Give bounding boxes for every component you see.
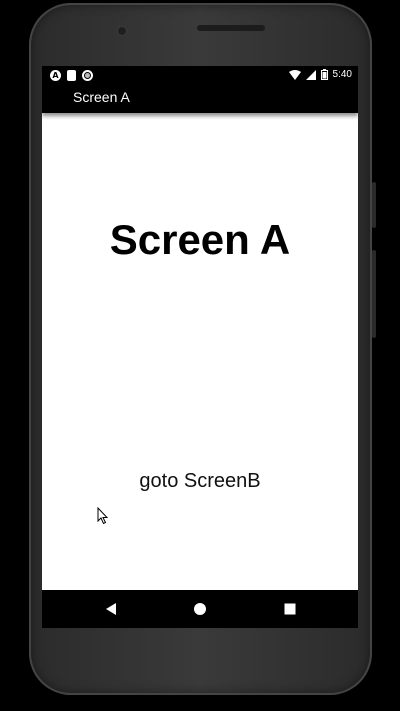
status-left-icons: A bbox=[50, 70, 93, 81]
front-camera bbox=[118, 27, 126, 35]
screen: A 5:40 Screen A Screen A goto ScreenB bbox=[42, 66, 358, 628]
sd-card-icon bbox=[67, 70, 76, 81]
volume-button[interactable] bbox=[372, 250, 376, 338]
status-right-icons: 5:40 bbox=[288, 69, 352, 80]
battery-icon bbox=[320, 69, 328, 80]
recents-icon[interactable] bbox=[282, 601, 298, 617]
status-time: 5:40 bbox=[332, 69, 352, 80]
goto-screen-b-button[interactable]: goto ScreenB bbox=[100, 462, 300, 498]
device-frame-stage: A 5:40 Screen A Screen A goto ScreenB bbox=[0, 0, 400, 711]
power-button[interactable] bbox=[372, 182, 376, 228]
sync-circle-icon bbox=[82, 70, 93, 81]
status-bar: A 5:40 bbox=[42, 66, 358, 86]
app-bar: Screen A bbox=[42, 86, 358, 113]
wifi-icon bbox=[288, 69, 301, 80]
nav-bar bbox=[42, 590, 358, 628]
mouse-cursor-icon bbox=[97, 507, 109, 525]
cell-signal-icon bbox=[305, 69, 316, 80]
earpiece bbox=[197, 25, 265, 31]
a-icon: A bbox=[50, 70, 61, 81]
home-icon[interactable] bbox=[192, 601, 208, 617]
back-icon[interactable] bbox=[103, 601, 119, 617]
page-heading: Screen A bbox=[109, 216, 291, 263]
app-bar-title: Screen A bbox=[73, 89, 130, 105]
